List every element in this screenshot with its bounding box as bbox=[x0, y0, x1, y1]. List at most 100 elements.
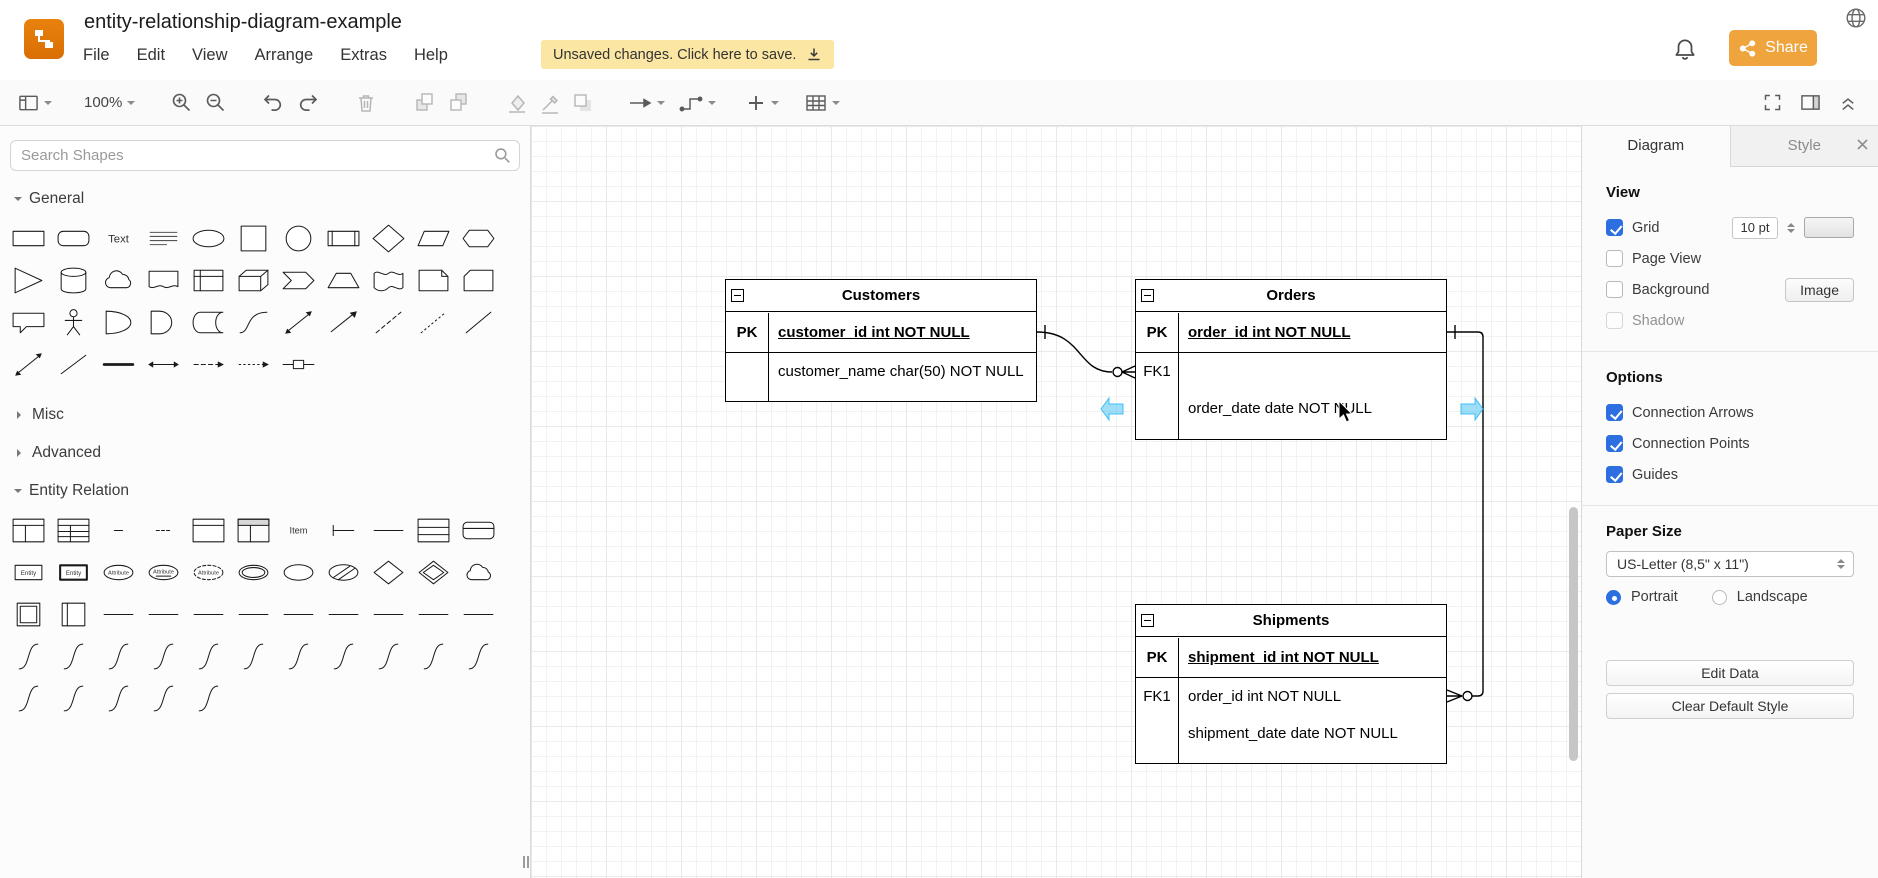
shape-diamond[interactable] bbox=[366, 217, 411, 259]
shape-note[interactable] bbox=[411, 259, 456, 301]
shape-h-line[interactable] bbox=[366, 509, 411, 551]
shape-callout[interactable] bbox=[6, 301, 51, 343]
er-table-title-bar[interactable]: Orders bbox=[1136, 280, 1446, 312]
menu-arrange[interactable]: Arrange bbox=[255, 46, 314, 65]
collapse-table-button[interactable] bbox=[1141, 289, 1154, 302]
grid-color-swatch[interactable] bbox=[1804, 217, 1854, 238]
shape-er-link[interactable] bbox=[96, 635, 141, 677]
shape-er-link[interactable] bbox=[51, 635, 96, 677]
shape-line[interactable] bbox=[456, 301, 501, 343]
shape-tape[interactable] bbox=[366, 259, 411, 301]
shape-square-double[interactable] bbox=[6, 593, 51, 635]
to-back-button[interactable] bbox=[447, 91, 470, 114]
shape-er-link[interactable] bbox=[186, 635, 231, 677]
shape-entity[interactable]: Entity bbox=[6, 551, 51, 593]
page-view-checkbox[interactable] bbox=[1606, 250, 1623, 267]
shape-ellipse[interactable] bbox=[186, 217, 231, 259]
grid-checkbox[interactable] bbox=[1606, 219, 1623, 236]
collapse-table-button[interactable] bbox=[1141, 614, 1154, 627]
unsaved-changes-banner[interactable]: Unsaved changes. Click here to save. bbox=[541, 40, 835, 69]
table-row[interactable]: FK1 order_id int NOT NULL bbox=[1136, 678, 1446, 715]
shape-line-bold[interactable] bbox=[96, 343, 141, 385]
shape-trapezoid[interactable] bbox=[321, 259, 366, 301]
shadow-checkbox[interactable] bbox=[1606, 312, 1623, 329]
redo-button[interactable] bbox=[297, 92, 319, 113]
shape-diamond-er[interactable] bbox=[366, 551, 411, 593]
shape-dashed-arrow[interactable] bbox=[186, 343, 231, 385]
shape-h-line[interactable] bbox=[456, 593, 501, 635]
zoom-in-button[interactable] bbox=[171, 92, 192, 113]
language-globe-icon[interactable] bbox=[1845, 7, 1867, 29]
er-table-shipments[interactable]: Shipments PK shipment_id int NOT NULL FK… bbox=[1135, 604, 1447, 764]
table-row[interactable]: shipment_date date NOT NULL bbox=[1136, 715, 1446, 752]
diagram-canvas[interactable]: Customers PK customer_id int NOT NULL cu… bbox=[531, 126, 1581, 878]
shape-h-line[interactable] bbox=[186, 593, 231, 635]
clear-default-style-button[interactable]: Clear Default Style bbox=[1606, 693, 1854, 719]
shape-attribute[interactable]: Attribute bbox=[96, 551, 141, 593]
shape-text-item[interactable]: Item bbox=[276, 509, 321, 551]
close-panel-icon[interactable] bbox=[1856, 138, 1869, 151]
table-row[interactable]: PK shipment_id int NOT NULL bbox=[1136, 637, 1446, 678]
shape-attribute-underline[interactable]: Attribute bbox=[141, 551, 186, 593]
shape-bidirectional-arrow[interactable] bbox=[276, 301, 321, 343]
shape-er-link[interactable] bbox=[321, 635, 366, 677]
shape-table-simple[interactable] bbox=[186, 509, 231, 551]
sidebar-resize-handle[interactable] bbox=[523, 856, 529, 868]
tab-diagram[interactable]: Diagram bbox=[1582, 126, 1731, 167]
er-table-title-bar[interactable]: Shipments bbox=[1136, 605, 1446, 637]
table-row[interactable]: FK1 bbox=[1136, 353, 1446, 390]
shape-er-link[interactable] bbox=[411, 635, 456, 677]
document-title[interactable]: entity-relationship-diagram-example bbox=[84, 11, 402, 34]
shape-er-link[interactable] bbox=[456, 635, 501, 677]
shape-dashed-line[interactable] bbox=[366, 301, 411, 343]
shape-hexagon[interactable] bbox=[456, 217, 501, 259]
shape-er-link[interactable] bbox=[6, 635, 51, 677]
shape-h-line[interactable] bbox=[366, 593, 411, 635]
insert-dropdown[interactable] bbox=[746, 93, 780, 113]
menu-extras[interactable]: Extras bbox=[340, 46, 387, 65]
shape-er-link[interactable] bbox=[141, 677, 186, 719]
shape-textbox[interactable] bbox=[141, 217, 186, 259]
shape-square-l[interactable] bbox=[51, 593, 96, 635]
fullscreen-button[interactable] bbox=[1762, 92, 1783, 113]
shape-h-line[interactable] bbox=[231, 593, 276, 635]
shape-dotted-line[interactable] bbox=[411, 301, 456, 343]
collapse-toolbar-button[interactable] bbox=[1838, 93, 1858, 112]
background-checkbox[interactable] bbox=[1606, 281, 1623, 298]
shape-table-header[interactable] bbox=[231, 509, 276, 551]
shape-actor[interactable] bbox=[51, 301, 96, 343]
background-image-button[interactable]: Image bbox=[1785, 277, 1854, 302]
shape-parallelogram[interactable] bbox=[411, 217, 456, 259]
sidebar-section-misc[interactable]: Misc bbox=[0, 393, 530, 431]
shape-step[interactable] bbox=[276, 259, 321, 301]
paper-size-select[interactable]: US-Letter (8,5" x 11") bbox=[1606, 551, 1854, 577]
table-row[interactable]: PK customer_id int NOT NULL bbox=[726, 312, 1036, 353]
shape-triangle[interactable] bbox=[6, 259, 51, 301]
vertical-scrollbar[interactable] bbox=[1569, 507, 1578, 761]
shape-dotted-arrow[interactable] bbox=[231, 343, 276, 385]
shape-er-link[interactable] bbox=[366, 635, 411, 677]
zoom-out-button[interactable] bbox=[205, 92, 226, 113]
menu-view[interactable]: View bbox=[192, 46, 227, 65]
menu-help[interactable]: Help bbox=[414, 46, 448, 65]
shape-cloud[interactable] bbox=[96, 259, 141, 301]
shape-rectangle[interactable] bbox=[6, 217, 51, 259]
shape-card[interactable] bbox=[456, 259, 501, 301]
shape-text[interactable]: Text bbox=[96, 217, 141, 259]
shape-h-line[interactable] bbox=[141, 593, 186, 635]
menu-file[interactable]: File bbox=[83, 46, 110, 65]
grid-size-stepper[interactable] bbox=[1787, 219, 1795, 237]
shape-item-2[interactable] bbox=[141, 509, 186, 551]
delete-button[interactable] bbox=[355, 92, 377, 114]
shape-cloud-er[interactable] bbox=[456, 551, 501, 593]
connection-arrows-checkbox[interactable] bbox=[1606, 404, 1623, 421]
line-color-button[interactable] bbox=[539, 92, 561, 114]
shape-diamond-er-double[interactable] bbox=[411, 551, 456, 593]
shape-bidirectional-connector[interactable] bbox=[6, 343, 51, 385]
zoom-level-dropdown[interactable]: 100% bbox=[84, 94, 136, 111]
connection-style-dropdown[interactable] bbox=[628, 94, 666, 112]
table-row[interactable]: PK order_id int NOT NULL bbox=[1136, 312, 1446, 353]
shape-h-line[interactable] bbox=[411, 593, 456, 635]
shape-data-storage[interactable] bbox=[186, 301, 231, 343]
landscape-radio[interactable] bbox=[1711, 589, 1727, 605]
